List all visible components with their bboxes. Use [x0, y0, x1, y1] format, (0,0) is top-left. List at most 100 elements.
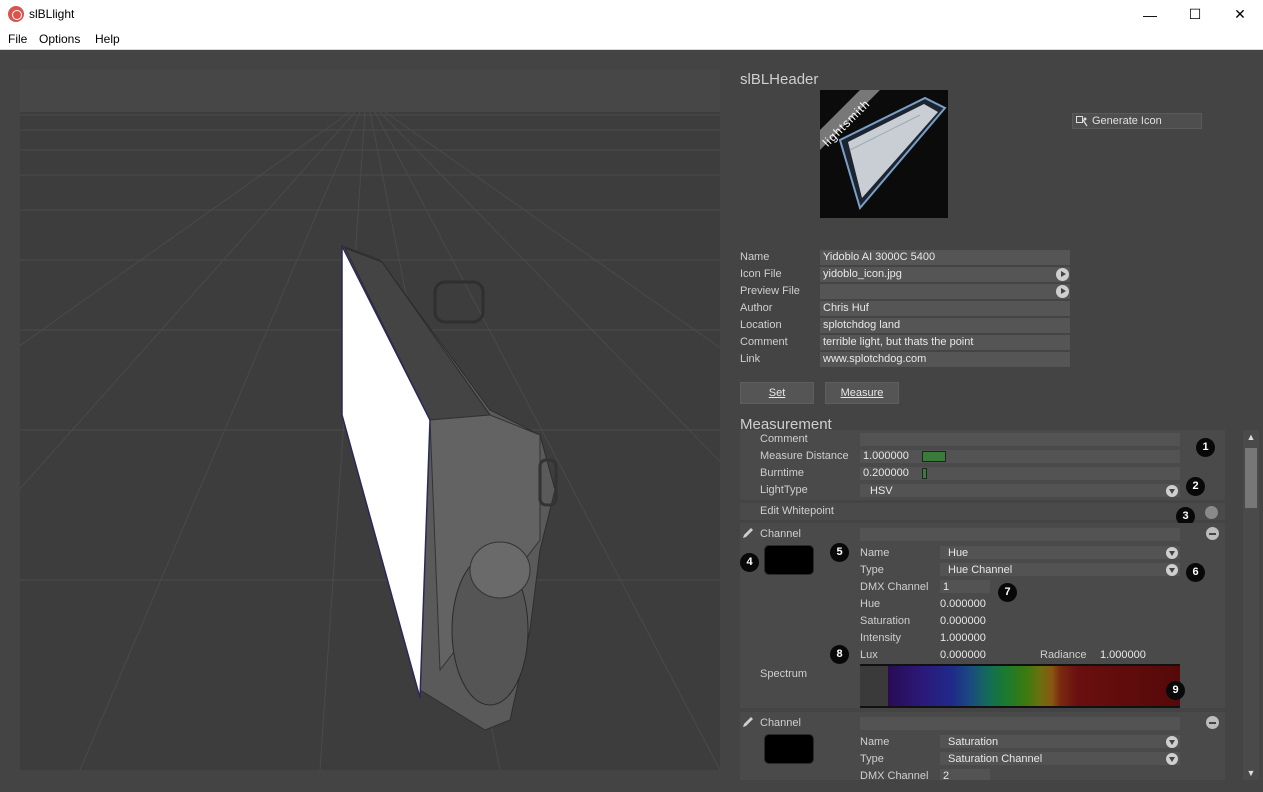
- channel-1-intensity-label: Intensity: [860, 632, 901, 644]
- measurement-scrollbar[interactable]: ▲ ▼: [1243, 430, 1259, 780]
- preview-file-field[interactable]: [820, 284, 1070, 299]
- edit-whitepoint-label: Edit Whitepoint: [760, 505, 834, 517]
- channel-1-dmx-value: 1: [943, 581, 950, 593]
- channel-1-type-label: Type: [860, 564, 884, 576]
- icon-file-label: Icon File: [740, 268, 782, 280]
- badge-2: 2: [1186, 477, 1205, 496]
- menu-options[interactable]: Options: [39, 32, 80, 46]
- title-bar: slBLlight — ☐ ✕: [0, 0, 1263, 29]
- channel-1-spectrum-display: [860, 664, 1180, 708]
- scroll-up-icon[interactable]: ▲: [1243, 430, 1259, 444]
- pencil-icon[interactable]: [741, 715, 755, 729]
- spectrum-uv-gap: [860, 666, 888, 706]
- generate-icon-label: Generate Icon: [1092, 115, 1162, 127]
- set-button[interactable]: Set: [740, 382, 814, 404]
- channel-1-type-dropdown-icon[interactable]: [1166, 564, 1178, 576]
- channel-1-lux-label: Lux: [860, 649, 878, 661]
- link-field[interactable]: www.splotchdog.com: [820, 352, 1070, 367]
- badge-7: 7: [998, 583, 1017, 602]
- name-field[interactable]: Yidoblo AI 3000C 5400: [820, 250, 1070, 265]
- measure-button[interactable]: Measure: [825, 382, 899, 404]
- menu-file[interactable]: File: [8, 32, 27, 46]
- burntime-label: Burntime: [760, 467, 805, 479]
- light-model: [341, 245, 558, 731]
- channel-2-name-label: Name: [860, 736, 890, 748]
- channel-1-hue-label: Hue: [860, 598, 881, 610]
- header-section-title: slBLHeader: [740, 71, 819, 88]
- badge-8: 8: [830, 645, 849, 664]
- preview-image: lightsmith: [820, 90, 948, 218]
- channel-1-dmx-label: DMX Channel: [860, 581, 929, 593]
- icon-file-browse-icon[interactable]: [1056, 268, 1069, 281]
- lighttype-value: HSV: [870, 485, 893, 497]
- channel-1-saturation-label: Saturation: [860, 615, 911, 627]
- channel-1-name-select[interactable]: [940, 546, 1180, 559]
- channel-2-dmx-label: DMX Channel: [860, 770, 929, 780]
- measure-distance-value: 1.000000: [863, 450, 909, 462]
- badge-5: 5: [830, 543, 849, 562]
- menu-bar: File Options Help: [0, 29, 1263, 50]
- channel-2-header: Channel: [760, 717, 801, 729]
- channel-1-name-dropdown-icon[interactable]: [1166, 547, 1178, 559]
- spectrum-gradient: [888, 666, 1180, 706]
- scroll-thumb[interactable]: [1245, 448, 1257, 508]
- measure-comment-label: Comment: [760, 433, 808, 445]
- channel-1-radiance-label: Radiance: [1040, 649, 1087, 661]
- channel-2-type-dropdown-icon[interactable]: [1166, 753, 1178, 765]
- channel-2-name-dropdown-icon[interactable]: [1166, 736, 1178, 748]
- minimize-button[interactable]: —: [1127, 0, 1173, 29]
- close-button[interactable]: ✕: [1217, 0, 1263, 29]
- channel-1-name-value: Hue: [948, 547, 969, 559]
- channel-1-header-bar: [860, 528, 1180, 541]
- link-label: Link: [740, 353, 761, 365]
- measurement-scroll-area[interactable]: Comment Measure Distance 1.000000 Burnti…: [740, 430, 1225, 780]
- preview-file-browse-icon[interactable]: [1056, 285, 1069, 298]
- channel-1-lux-value: 0.000000: [940, 649, 986, 661]
- generate-icon-icon: [1076, 116, 1088, 127]
- channel-2-name-value: Saturation: [948, 736, 999, 748]
- burntime-value: 0.200000: [863, 467, 909, 479]
- channel-1-spectrum-label: Spectrum: [760, 668, 808, 680]
- comment-field[interactable]: terrible light, but thats the point: [820, 335, 1070, 350]
- channel-1-intensity-value: 1.000000: [940, 632, 986, 644]
- channel-2-dmx-value: 2: [943, 770, 950, 780]
- channel-1-radiance-value: 1.000000: [1100, 649, 1146, 661]
- lighttype-dropdown-icon[interactable]: [1166, 485, 1178, 497]
- lighttype-select[interactable]: [860, 484, 1180, 497]
- channel-1-saturation-value: 0.000000: [940, 615, 986, 627]
- channel-1-type-value: Hue Channel: [948, 564, 1013, 576]
- lighttype-label: LightType: [760, 484, 808, 496]
- measure-distance-slider[interactable]: [922, 451, 946, 462]
- location-field[interactable]: splotchdog land: [820, 318, 1070, 333]
- badge-9: 9: [1166, 681, 1185, 700]
- generate-icon-button[interactable]: Generate Icon: [1072, 113, 1202, 129]
- menu-help[interactable]: Help: [95, 32, 120, 46]
- measure-distance-label: Measure Distance: [760, 450, 849, 462]
- badge-4: 4: [740, 553, 759, 572]
- measure-comment-field[interactable]: [860, 433, 1180, 446]
- remove-channel-1-icon[interactable]: [1206, 527, 1219, 540]
- preview-file-label: Preview File: [740, 285, 800, 297]
- comment-label: Comment: [740, 336, 788, 348]
- author-label: Author: [740, 302, 773, 314]
- pencil-icon[interactable]: [741, 526, 755, 540]
- window-title: slBLlight: [29, 7, 75, 21]
- remove-channel-2-icon[interactable]: [1206, 716, 1219, 729]
- maximize-button[interactable]: ☐: [1172, 0, 1218, 29]
- badge-6: 6: [1186, 563, 1205, 582]
- burntime-slider[interactable]: [922, 468, 927, 479]
- icon-file-field[interactable]: yidoblo_icon.jpg: [820, 267, 1070, 282]
- badge-1: 1: [1196, 438, 1215, 457]
- author-field[interactable]: Chris Huf: [820, 301, 1070, 316]
- channel-1-hue-value: 0.000000: [940, 598, 986, 610]
- channel-2-color-swatch[interactable]: [764, 734, 814, 764]
- channel-1-color-swatch[interactable]: [764, 545, 814, 575]
- channel-1-name-label: Name: [860, 547, 890, 559]
- light-preview-graphic: [820, 90, 948, 218]
- viewport-scene: [20, 111, 720, 770]
- edit-whitepoint-toggle-icon[interactable]: [1205, 506, 1218, 519]
- name-label: Name: [740, 251, 770, 263]
- scroll-down-icon[interactable]: ▼: [1243, 766, 1259, 780]
- 3d-viewport[interactable]: [20, 70, 720, 770]
- channel-2-type-label: Type: [860, 753, 884, 765]
